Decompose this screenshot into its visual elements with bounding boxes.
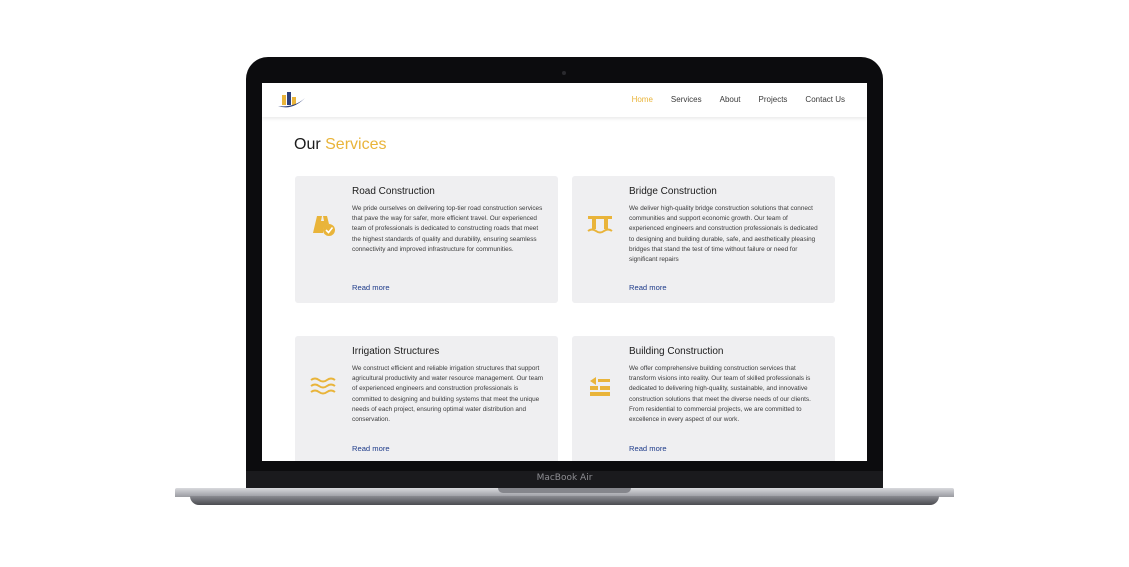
nav-link-home[interactable]: Home	[632, 95, 653, 104]
navbar: Home Services About Projects Contact Us	[262, 83, 867, 117]
service-title: Bridge Construction	[629, 186, 717, 197]
page-title-accent: Services	[325, 136, 387, 153]
read-more-link[interactable]: Read more	[629, 444, 667, 453]
read-more-link[interactable]: Read more	[352, 283, 390, 292]
bridge-icon	[587, 216, 613, 234]
service-description: We construct efficient and reliable irri…	[352, 365, 544, 424]
laptop-lid: Home Services About Projects Contact Us …	[246, 57, 883, 489]
water-waves-icon	[310, 377, 336, 395]
service-card-building: Building Construction We offer comprehen…	[572, 336, 835, 461]
nav-link-services[interactable]: Services	[671, 95, 702, 104]
nav-link-projects[interactable]: Projects	[759, 95, 788, 104]
laptop-chin: MacBook Air	[246, 471, 883, 489]
model-label: MacBook Air	[536, 473, 593, 483]
nav-links: Home Services About Projects Contact Us	[614, 95, 845, 104]
read-more-link[interactable]: Read more	[352, 444, 390, 453]
laptop-screen: Home Services About Projects Contact Us …	[262, 83, 867, 461]
read-more-link[interactable]: Read more	[629, 283, 667, 292]
nav-link-about[interactable]: About	[720, 95, 741, 104]
service-title: Irrigation Structures	[352, 346, 440, 357]
camera	[562, 71, 566, 75]
service-card-irrigation: Irrigation Structures We construct effic…	[295, 336, 558, 461]
service-description: We offer comprehensive building construc…	[629, 365, 811, 424]
page-title-prefix: Our	[294, 136, 321, 153]
building-blocks-icon	[590, 377, 610, 396]
laptop-base-bottom	[190, 496, 939, 505]
laptop-notch	[498, 488, 631, 493]
service-description: We deliver high-quality bridge construct…	[629, 205, 818, 264]
company-logo[interactable]	[276, 89, 308, 111]
page-title: Our Services	[294, 136, 386, 154]
road-check-icon	[313, 216, 335, 236]
service-title: Road Construction	[352, 186, 435, 197]
service-description: We pride ourselves on delivering top-tie…	[352, 205, 543, 253]
nav-link-contact[interactable]: Contact Us	[805, 95, 845, 104]
service-title: Building Construction	[629, 346, 724, 357]
service-card-bridge: Bridge Construction We deliver high-qual…	[572, 176, 835, 303]
service-card-road: Road Construction We pride ourselves on …	[295, 176, 558, 303]
